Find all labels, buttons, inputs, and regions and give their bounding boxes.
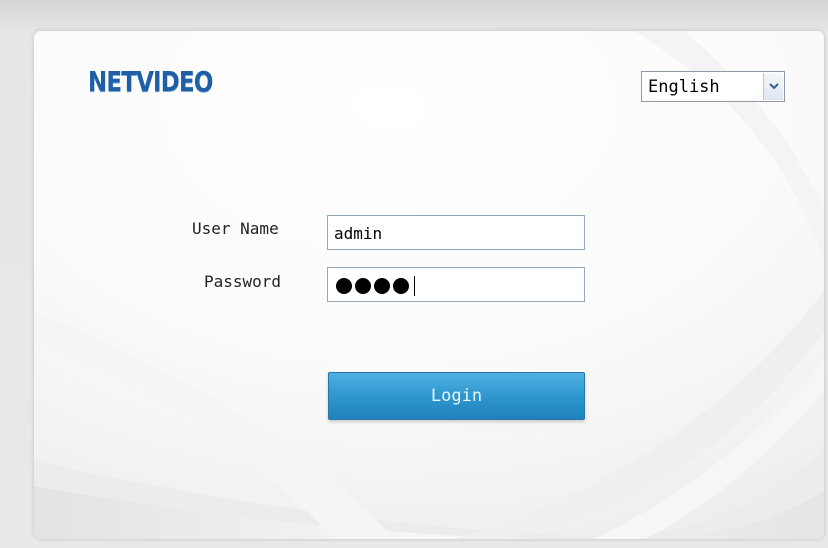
password-label: Password [204, 272, 282, 291]
username-field[interactable]: admin [327, 215, 585, 250]
language-select[interactable]: English [641, 71, 785, 102]
password-field[interactable] [327, 267, 585, 302]
page-frame: NETVIDEO English User Name admin Passwor… [0, 0, 828, 548]
password-mask-dot [374, 278, 390, 294]
password-mask [336, 276, 415, 296]
text-caret [414, 276, 415, 296]
brand-logo: NETVIDEO [88, 65, 213, 98]
username-label: User Name [192, 219, 279, 238]
password-mask-dot [393, 278, 409, 294]
language-selected-value: English [648, 77, 720, 97]
password-mask-dot [336, 278, 352, 294]
login-card: NETVIDEO English User Name admin Passwor… [34, 31, 824, 539]
chevron-down-icon[interactable] [763, 73, 783, 100]
password-mask-dot [355, 278, 371, 294]
username-value: admin [334, 224, 383, 243]
login-button[interactable]: Login [328, 372, 585, 420]
